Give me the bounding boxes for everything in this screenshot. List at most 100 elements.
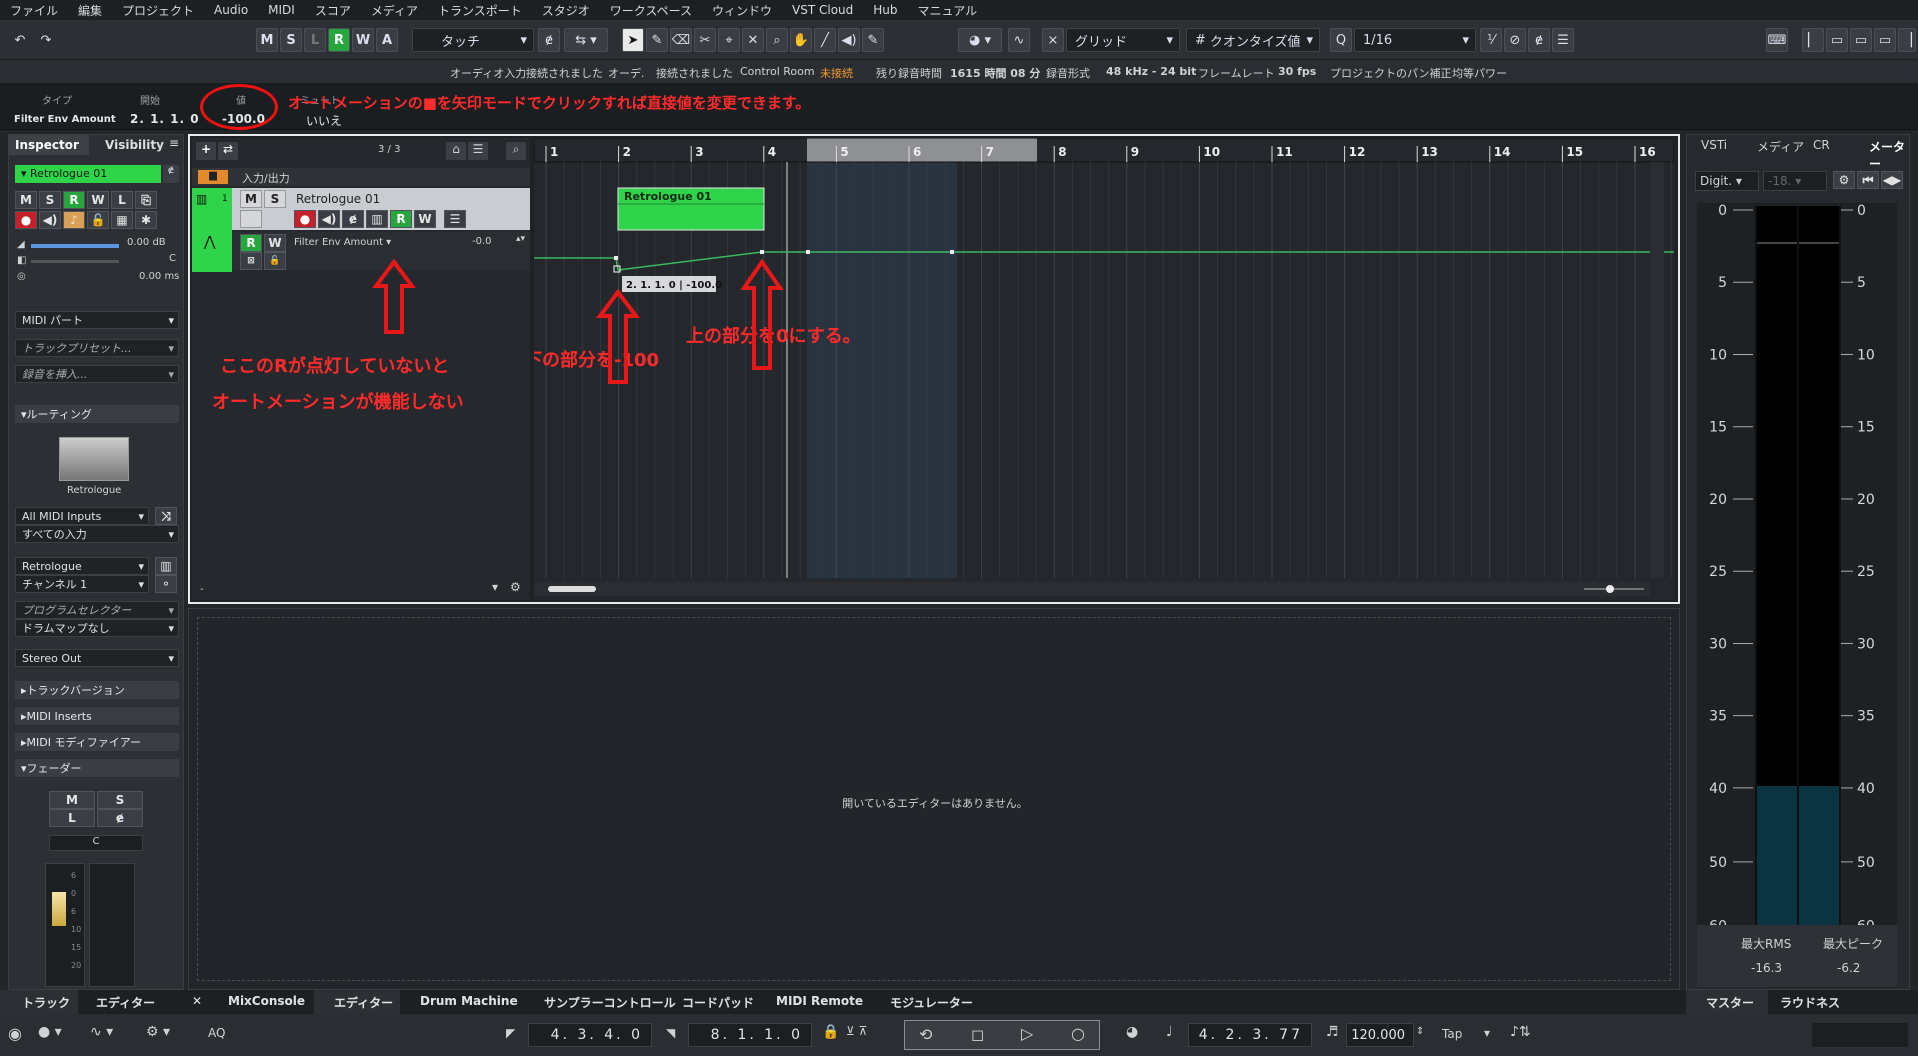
automation-point[interactable] [950,250,954,254]
split-tool-icon[interactable]: ✂ [694,28,716,52]
meter-reset-icon[interactable]: ⏮ [1857,171,1879,189]
fader-handle[interactable] [52,892,66,926]
tab-visibility[interactable]: Visibility [91,135,171,155]
automation-track[interactable]: ⋀ R W ⊠ 🔓 Filter Env Amount ▾ -0.0 ▴▾ [192,232,530,270]
snap-icon[interactable]: ⨯ [1042,28,1064,52]
tab-drum-machine[interactable]: Drum Machine [420,994,518,1008]
drummap-select[interactable]: ドラムマップなし ▾ [15,619,179,637]
track-piano-icon[interactable]: ▥ [366,210,388,228]
close-lower-icon[interactable]: ✕ [192,994,202,1008]
stop-icon[interactable]: ◻ [971,1025,984,1044]
glue-tool-icon[interactable]: ⌖ [718,28,740,52]
right-locator-icon[interactable]: ◥ [666,1026,675,1040]
fader-mute-button[interactable]: M [49,791,95,809]
tempo-icon[interactable]: ♬ [1326,1024,1339,1040]
edit-instrument-icon[interactable]: ɇ [163,165,179,183]
solo-button[interactable]: S [280,28,302,52]
mute-button[interactable]: M [256,28,278,52]
tab-track[interactable]: トラック [22,994,70,1011]
volume-slider[interactable] [31,244,119,248]
menu-item[interactable]: VST Cloud [782,3,863,17]
layout-left-zone-icon[interactable]: ▭ [1826,28,1848,52]
track-write-button[interactable]: W [414,210,436,228]
midi-input-select[interactable]: All MIDI Inputs ▾ [15,507,149,525]
layout-lower-icon[interactable]: ▭ [1850,28,1872,52]
record-mode-icon[interactable]: ● ▾ [38,1024,62,1040]
keyboard-icon[interactable]: ⌨ [1766,28,1788,52]
curve-icon[interactable]: ∿ [1008,28,1030,52]
tab-sampler-control[interactable]: サンプラーコントロール [544,994,676,1011]
play-tool-icon[interactable]: ◀) [838,28,860,52]
play-icon[interactable]: ▷ [1021,1024,1033,1043]
tab-mixconsole[interactable]: MixConsole [228,994,305,1008]
menu-item[interactable]: ウィンドウ [702,2,782,19]
menu-item[interactable]: MIDI [258,3,305,17]
right-tab[interactable]: VSTi [1701,138,1727,152]
quantize-panel-icon[interactable]: ɇ [1528,28,1550,52]
position-display[interactable]: 4. 2. 3. 77 [1188,1023,1312,1047]
iterative-quantize-icon[interactable]: ⅟ [1480,28,1502,52]
settings-icon[interactable]: ✱ [135,211,157,229]
menu-item[interactable]: プロジェクト [112,2,204,19]
peak-field[interactable]: -18. ▾ [1763,171,1827,191]
automation-close-icon[interactable]: ⊠ [240,252,262,270]
gear-icon[interactable]: ⚙ [510,580,521,594]
automation-point-start[interactable] [614,256,618,260]
control-room-label[interactable]: Control Room [740,65,815,78]
meter-expand-icon[interactable]: ◀▶ [1881,171,1903,189]
quantize-type-select[interactable]: # クオンタイズ値 ▾ [1186,28,1320,52]
menu-item[interactable]: Audio [204,3,258,17]
program-selector[interactable]: プログラムセレクター ▾ [15,601,179,619]
inspector-solo-button[interactable]: S [39,191,61,209]
horizontal-scroll-thumb[interactable] [548,586,596,592]
tab-midi-remote[interactable]: MIDI Remote [776,994,863,1008]
draw-tool-icon[interactable]: ✎ [646,28,668,52]
midi-channel-input-select[interactable]: すべての入力 ▾ [15,525,179,543]
activate-project-icon[interactable]: ◉ [8,1024,22,1043]
inspector-write-button[interactable]: W [87,191,109,209]
midi-inserts-section[interactable]: ▸ MIDI Inserts [15,707,179,725]
auto-scroll-icon[interactable]: ⇆ ▾ [564,28,608,52]
tab-modulator[interactable]: モジュレーター [890,994,973,1011]
layout-right-icon[interactable]: ▭ [1874,28,1896,52]
quantize-apply-icon[interactable]: ⊘ [1504,28,1526,52]
menu-item[interactable]: マニュアル [908,2,988,19]
track-monitor-icon[interactable]: ◀) [318,210,340,228]
track-mute-button[interactable]: M [240,190,262,208]
automation-mode-select[interactable]: タッチ ▾ [412,28,534,52]
channel-select[interactable]: チャンネル 1 ▾ [15,575,149,593]
pan-law-value[interactable]: 均等パワー [1452,65,1507,81]
track-solo-button[interactable]: S [264,190,286,208]
add-track-icon[interactable]: + [196,142,216,160]
routing-section[interactable]: ▾ ルーティング [15,405,179,423]
all-button[interactable]: A [376,28,398,52]
connect-icon[interactable]: ⚬ [155,575,177,593]
monitor-icon[interactable]: ◀) [39,211,61,229]
track-lanes-icon[interactable]: ☰ [444,210,466,228]
tab-loudness[interactable]: ラウドネス [1780,994,1840,1011]
tab-master[interactable]: マスター [1706,994,1754,1011]
meter-settings-icon[interactable]: ⚙ [1833,171,1855,189]
note-icon[interactable]: ♪ [63,211,85,229]
track-preset-select[interactable]: トラックプリセット... ▾ [15,339,179,357]
snap-type-select[interactable]: グリッド ▾ [1066,28,1180,52]
rec-format-value[interactable]: 48 kHz - 24 bit [1106,65,1196,78]
right-tab[interactable]: メーター [1869,138,1911,172]
track-name[interactable]: Retrologue 01 [296,192,380,206]
lock-icon[interactable]: 🔒 [822,1024,839,1040]
meter-mode-select[interactable]: Digit. ▾ [1695,171,1759,191]
midi-modifiers-section[interactable]: ▸ MIDI モディファイアー [15,733,179,751]
start-value[interactable]: 2. 1. 1. 0 [130,112,200,126]
stepper-icon[interactable]: ▴▾ [516,234,525,244]
fader-pan[interactable]: C [49,835,143,851]
tab-editor[interactable]: エディター [334,994,393,1011]
listen-button[interactable]: L [304,28,326,52]
zoom-tool-icon[interactable]: ⌕ [766,28,788,52]
automation-read-button[interactable]: R [240,234,262,252]
inspector-freeze-icon[interactable]: ⎘ [135,191,157,209]
color-tool-icon[interactable]: ✎ [862,28,884,52]
framerate-value[interactable]: 30 fps [1278,65,1316,78]
lock-icon[interactable]: 🔓 [87,211,109,229]
tempo-field[interactable]: 120.000 [1346,1023,1414,1047]
record-icon[interactable]: ○ [1071,1024,1085,1043]
